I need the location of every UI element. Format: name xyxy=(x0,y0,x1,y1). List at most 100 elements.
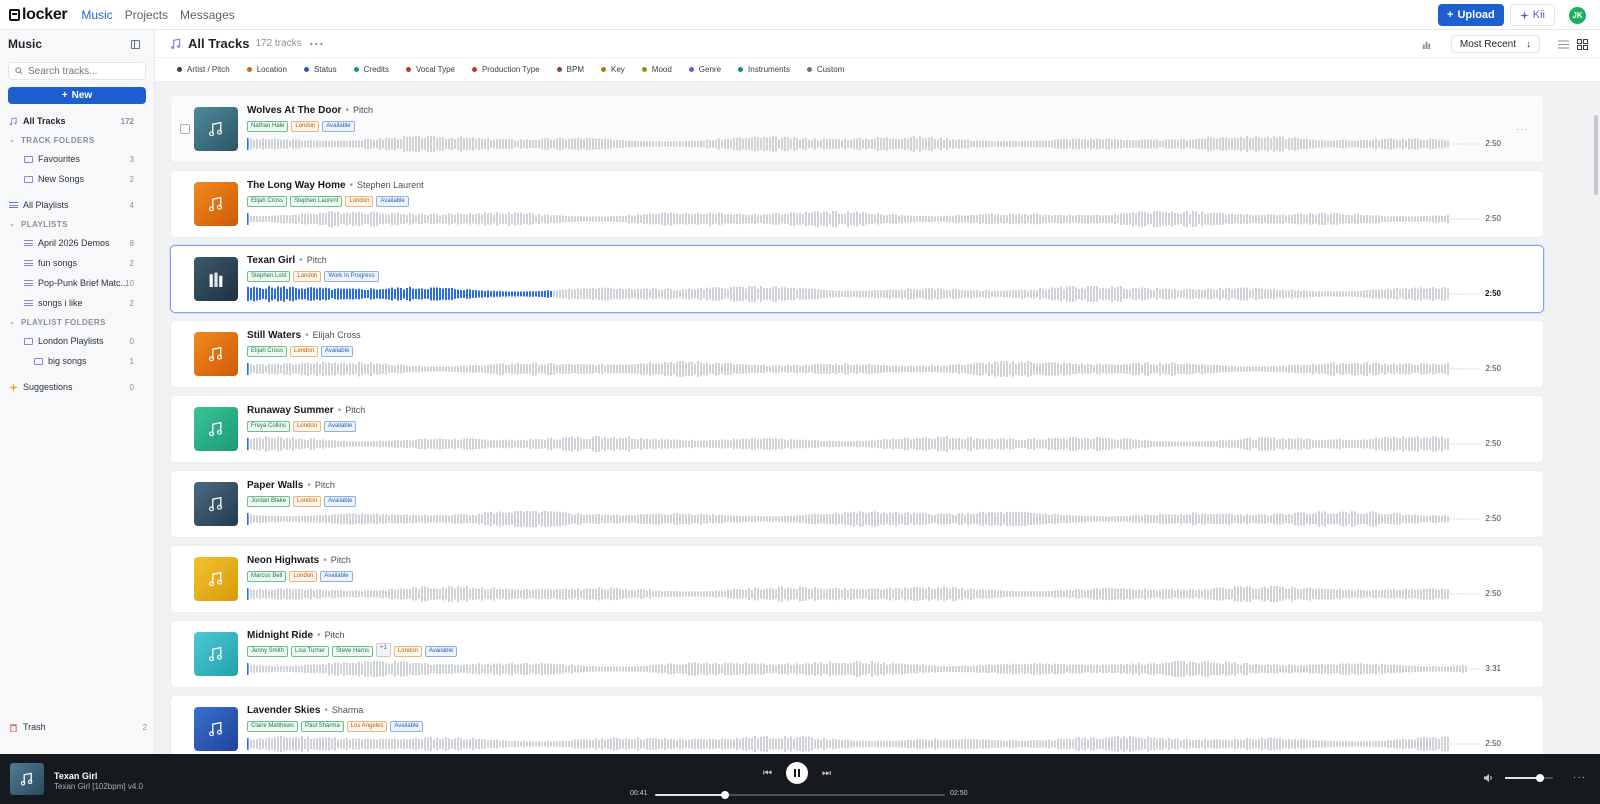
avatar[interactable]: JK xyxy=(1569,6,1586,24)
more-options-icon[interactable]: ··· xyxy=(1516,124,1529,135)
waveform[interactable] xyxy=(247,361,1479,377)
tag-status[interactable]: Available xyxy=(322,121,355,132)
volume-handle[interactable] xyxy=(1535,773,1544,782)
tag-loc[interactable]: Los Angeles xyxy=(346,721,388,732)
sidebar-item-suggestions[interactable]: Suggestions 0 xyxy=(0,377,154,397)
new-button[interactable]: + New xyxy=(8,87,146,104)
tag-status[interactable]: Available xyxy=(324,496,357,507)
tag-person[interactable]: Marcus Bell xyxy=(247,571,287,582)
tag-person[interactable]: Jenny Smith xyxy=(247,646,289,657)
sidebar-item-all-tracks[interactable]: All Tracks 172 xyxy=(0,111,154,131)
track-artwork[interactable] xyxy=(194,407,238,451)
filter-chip[interactable]: Custom xyxy=(806,65,844,74)
sidebar-item-playlist[interactable]: songs i like 2 xyxy=(0,293,154,313)
filter-chip[interactable]: Genre xyxy=(688,65,721,74)
more-options-icon[interactable]: ··· xyxy=(1573,772,1586,783)
tag-loc[interactable]: London xyxy=(290,346,319,357)
kii-button[interactable]: Kii xyxy=(1509,4,1555,26)
tag-status[interactable]: Available xyxy=(424,646,458,657)
track-artwork[interactable] xyxy=(194,257,238,301)
tag-status[interactable]: Available xyxy=(376,196,409,207)
tag-person[interactable]: Elijah Cross xyxy=(247,196,288,207)
track-artist[interactable]: Pitch xyxy=(325,630,345,640)
track-row[interactable]: Paper Walls • Pitch Jordan Blake London Avail… xyxy=(170,470,1544,538)
track-title[interactable]: Still Waters xyxy=(247,330,301,341)
filter-chip[interactable]: Vocal Type xyxy=(405,65,455,74)
track-title[interactable]: Paper Walls xyxy=(247,480,303,491)
tag-loc[interactable]: London xyxy=(293,421,322,432)
sidebar-item-big-songs[interactable]: big songs 1 xyxy=(0,351,154,371)
tag-status[interactable]: Work In Progress xyxy=(324,271,379,282)
sidebar-item-favourites[interactable]: Favourites 3 xyxy=(0,149,154,169)
track-artwork[interactable] xyxy=(194,482,238,526)
tag-person[interactable]: Paul Sharma xyxy=(301,721,344,732)
track-artist[interactable]: Elijah Cross xyxy=(313,330,361,340)
tag-extra[interactable]: +1 xyxy=(376,643,391,657)
filter-chip[interactable]: Mood xyxy=(641,65,672,74)
tag-person[interactable]: Nathan Hale xyxy=(247,121,289,132)
track-row[interactable]: Neon Highwats • Pitch Marcus Bell London Avai… xyxy=(170,545,1544,613)
waveform[interactable] xyxy=(247,736,1479,752)
tag-person[interactable]: Stephen Lost xyxy=(247,271,291,282)
section-playlist-folders[interactable]: ⌄ PLAYLIST FOLDERS xyxy=(0,313,154,331)
filter-chip[interactable]: Status xyxy=(303,65,337,74)
track-title[interactable]: Runaway Summer xyxy=(247,405,334,416)
track-artist[interactable]: Pitch xyxy=(353,105,373,115)
pause-button[interactable] xyxy=(786,762,808,784)
waveform[interactable] xyxy=(247,436,1479,452)
bar-chart-icon[interactable] xyxy=(1422,40,1431,49)
next-icon[interactable]: ⏭ xyxy=(822,768,831,779)
track-checkbox[interactable] xyxy=(180,124,190,134)
track-artwork[interactable] xyxy=(194,557,238,601)
upload-button[interactable]: + Upload xyxy=(1438,4,1504,26)
volume-slider[interactable] xyxy=(1505,773,1553,782)
sidebar-item-london-playlists[interactable]: London Playlists 0 xyxy=(0,331,154,351)
tag-loc[interactable]: London xyxy=(293,496,322,507)
waveform[interactable] xyxy=(247,511,1479,527)
collapse-sidebar-icon[interactable] xyxy=(131,39,140,49)
tag-loc[interactable]: London xyxy=(293,271,322,282)
tag-person[interactable]: Steve Harris xyxy=(332,646,374,657)
tag-loc[interactable]: London xyxy=(393,646,422,657)
track-title[interactable]: Neon Highwats xyxy=(247,555,319,566)
track-row[interactable]: Runaway Summer • Pitch Freya Collins London A… xyxy=(170,395,1544,463)
track-title[interactable]: Wolves At The Door xyxy=(247,105,341,116)
track-artist[interactable]: Sharma xyxy=(332,705,364,715)
tag-status[interactable]: Available xyxy=(320,571,353,582)
tag-person[interactable]: Stephen Laurent xyxy=(290,196,343,207)
track-artist[interactable]: Pitch xyxy=(315,480,335,490)
tag-person[interactable]: Elijah Cross xyxy=(247,346,288,357)
track-title[interactable]: The Long Way Home xyxy=(247,180,346,191)
waveform[interactable] xyxy=(247,586,1479,602)
track-artist[interactable]: Pitch xyxy=(331,555,351,565)
tag-person[interactable]: Freya Collins xyxy=(247,421,291,432)
track-artwork[interactable] xyxy=(194,632,238,676)
track-artwork[interactable] xyxy=(194,182,238,226)
tag-person[interactable]: Lisa Turner xyxy=(291,646,330,657)
tag-status[interactable]: Available xyxy=(324,421,357,432)
list-view-icon[interactable] xyxy=(1558,40,1569,49)
filter-chip[interactable]: Key xyxy=(600,65,625,74)
track-artist[interactable]: Stephen Laurent xyxy=(357,180,424,190)
previous-icon[interactable]: ⏮ xyxy=(763,768,772,779)
section-track-folders[interactable]: ⌄ TRACK FOLDERS xyxy=(0,131,154,149)
track-row[interactable]: Wolves At The Door • Pitch Nathan Hale Londo… xyxy=(170,95,1544,163)
filter-chip[interactable]: Location xyxy=(246,65,287,74)
sidebar-item-playlist[interactable]: Pop-Punk Brief Matc... 10 xyxy=(0,273,154,293)
sidebar-item-new-songs[interactable]: New Songs 2 xyxy=(0,169,154,189)
waveform[interactable] xyxy=(247,661,1479,677)
tag-status[interactable]: Available xyxy=(390,721,423,732)
tag-status[interactable]: Available xyxy=(321,346,354,357)
track-artist[interactable]: Pitch xyxy=(307,255,327,265)
tag-loc[interactable]: London xyxy=(291,121,320,132)
seek-bar[interactable] xyxy=(655,791,945,799)
waveform[interactable] xyxy=(247,211,1479,227)
sidebar-item-playlist[interactable]: April 2026 Demos 8 xyxy=(0,233,154,253)
filter-chip[interactable]: BPM xyxy=(556,65,584,74)
locker-logo[interactable]: locker xyxy=(9,6,68,24)
tag-loc[interactable]: London xyxy=(289,571,318,582)
tag-loc[interactable]: London xyxy=(345,196,374,207)
tag-person[interactable]: Jordan Blake xyxy=(247,496,291,507)
track-row[interactable]: Midnight Ride • Pitch Jenny Smith Lisa Turne… xyxy=(170,620,1544,688)
tag-person[interactable]: Claire Matthews xyxy=(247,721,299,732)
